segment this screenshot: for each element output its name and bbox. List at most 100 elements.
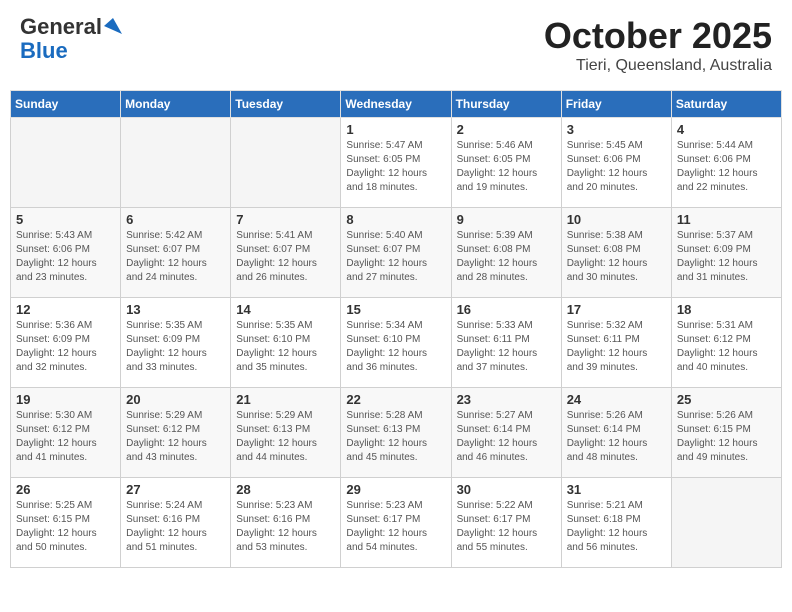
column-header-thursday: Thursday [451,91,561,118]
day-number: 30 [457,482,556,497]
day-number: 23 [457,392,556,407]
week-row-5: 26Sunrise: 5:25 AMSunset: 6:15 PMDayligh… [11,478,782,568]
day-cell: 7Sunrise: 5:41 AMSunset: 6:07 PMDaylight… [231,208,341,298]
day-cell: 9Sunrise: 5:39 AMSunset: 6:08 PMDaylight… [451,208,561,298]
day-info: Sunrise: 5:45 AMSunset: 6:06 PMDaylight:… [567,139,666,195]
day-cell: 16 Sunrise: 5:33 AMSunset: 6:11 PMDayligh… [451,298,561,388]
day-cell: 26Sunrise: 5:25 AMSunset: 6:15 PMDayligh… [11,478,121,568]
day-info: Sunrise: 5:35 AMSunset: 6:10 PMDaylight:… [236,319,335,375]
day-number: 2 [457,122,556,137]
day-info: Sunrise: 5:29 AMSunset: 6:12 PMDaylight:… [126,409,225,465]
day-info: Sunrise: 5:38 AMSunset: 6:08 PMDaylight:… [567,229,666,285]
day-info: Sunrise: 5:27 AMSunset: 6:14 PMDaylight:… [457,409,556,465]
day-cell: 2 Sunrise: 5:46 AMSunset: 6:05 PMDaylight… [451,118,561,208]
day-number: 4 [677,122,776,137]
day-info: Sunrise: 5:29 AMSunset: 6:13 PMDaylight:… [236,409,335,465]
day-cell: 15Sunrise: 5:34 AMSunset: 6:10 PMDayligh… [341,298,451,388]
day-cell: 14 Sunrise: 5:35 AMSunset: 6:10 PMDayligh… [231,298,341,388]
day-cell: 5Sunrise: 5:43 AMSunset: 6:06 PMDaylight… [11,208,121,298]
day-cell [671,478,781,568]
day-number: 29 [346,482,445,497]
day-info: Sunrise: 5:43 AMSunset: 6:06 PMDaylight:… [16,229,115,285]
day-info: Sunrise: 5:46 AMSunset: 6:05 PMDaylight:… [457,139,556,195]
day-number: 15 [346,302,445,317]
day-cell [231,118,341,208]
title-section: October 2025 Tieri, Queensland, Australi… [544,15,772,75]
day-number: 24 [567,392,666,407]
day-cell: 24 Sunrise: 5:26 AMSunset: 6:14 PMDayligh… [561,388,671,478]
day-info: Sunrise: 5:44 AMSunset: 6:06 PMDaylight:… [677,139,776,195]
day-info: Sunrise: 5:41 AMSunset: 6:07 PMDaylight:… [236,229,335,285]
day-cell: 6 Sunrise: 5:42 AMSunset: 6:07 PMDaylight… [121,208,231,298]
day-cell: 28 Sunrise: 5:23 AMSunset: 6:16 PMDayligh… [231,478,341,568]
logo-blue: Blue [20,39,68,63]
day-info: Sunrise: 5:30 AMSunset: 6:12 PMDaylight:… [16,409,115,465]
column-header-sunday: Sunday [11,91,121,118]
day-cell: 23 Sunrise: 5:27 AMSunset: 6:14 PMDayligh… [451,388,561,478]
day-number: 21 [236,392,335,407]
column-header-wednesday: Wednesday [341,91,451,118]
day-number: 20 [126,392,225,407]
day-number: 16 [457,302,556,317]
day-cell: 17 Sunrise: 5:32 AMSunset: 6:11 PMDayligh… [561,298,671,388]
day-cell [121,118,231,208]
day-cell: 12Sunrise: 5:36 AMSunset: 6:09 PMDayligh… [11,298,121,388]
day-info: Sunrise: 5:40 AMSunset: 6:07 PMDaylight:… [346,229,445,285]
day-cell: 29 Sunrise: 5:23 AMSunset: 6:17 PMDayligh… [341,478,451,568]
day-info: Sunrise: 5:35 AMSunset: 6:09 PMDaylight:… [126,319,225,375]
day-number: 28 [236,482,335,497]
week-row-3: 12Sunrise: 5:36 AMSunset: 6:09 PMDayligh… [11,298,782,388]
day-number: 3 [567,122,666,137]
day-number: 12 [16,302,115,317]
day-info: Sunrise: 5:28 AMSunset: 6:13 PMDaylight:… [346,409,445,465]
day-number: 17 [567,302,666,317]
day-info: Sunrise: 5:26 AMSunset: 6:15 PMDaylight:… [677,409,776,465]
day-info: Sunrise: 5:21 AMSunset: 6:18 PMDaylight:… [567,499,666,555]
day-info: Sunrise: 5:31 AMSunset: 6:12 PMDaylight:… [677,319,776,375]
day-info: Sunrise: 5:24 AMSunset: 6:16 PMDaylight:… [126,499,225,555]
day-cell: 11Sunrise: 5:37 AMSunset: 6:09 PMDayligh… [671,208,781,298]
day-number: 6 [126,212,225,227]
day-number: 14 [236,302,335,317]
column-header-saturday: Saturday [671,91,781,118]
day-cell: 25 Sunrise: 5:26 AMSunset: 6:15 PMDayligh… [671,388,781,478]
column-header-friday: Friday [561,91,671,118]
day-info: Sunrise: 5:33 AMSunset: 6:11 PMDaylight:… [457,319,556,375]
day-cell: 8 Sunrise: 5:40 AMSunset: 6:07 PMDaylight… [341,208,451,298]
day-number: 19 [16,392,115,407]
day-number: 13 [126,302,225,317]
day-cell: 30Sunrise: 5:22 AMSunset: 6:17 PMDayligh… [451,478,561,568]
day-info: Sunrise: 5:32 AMSunset: 6:11 PMDaylight:… [567,319,666,375]
day-info: Sunrise: 5:42 AMSunset: 6:07 PMDaylight:… [126,229,225,285]
header-row: SundayMondayTuesdayWednesdayThursdayFrid… [11,91,782,118]
page-header: General Blue October 2025 Tieri, Queensl… [10,10,782,80]
day-number: 27 [126,482,225,497]
day-cell: 10 Sunrise: 5:38 AMSunset: 6:08 PMDayligh… [561,208,671,298]
day-cell: 1Sunrise: 5:47 AMSunset: 6:05 PMDaylight… [341,118,451,208]
day-number: 22 [346,392,445,407]
day-cell: 22 Sunrise: 5:28 AMSunset: 6:13 PMDayligh… [341,388,451,478]
day-info: Sunrise: 5:23 AMSunset: 6:16 PMDaylight:… [236,499,335,555]
day-cell: 13 Sunrise: 5:35 AMSunset: 6:09 PMDayligh… [121,298,231,388]
column-header-tuesday: Tuesday [231,91,341,118]
day-info: Sunrise: 5:47 AMSunset: 6:05 PMDaylight:… [346,139,445,195]
day-cell: 31 Sunrise: 5:21 AMSunset: 6:18 PMDayligh… [561,478,671,568]
day-cell: 18Sunrise: 5:31 AMSunset: 6:12 PMDayligh… [671,298,781,388]
location: Tieri, Queensland, Australia [544,57,772,75]
day-info: Sunrise: 5:23 AMSunset: 6:17 PMDaylight:… [346,499,445,555]
calendar-header: SundayMondayTuesdayWednesdayThursdayFrid… [11,91,782,118]
day-cell: 3 Sunrise: 5:45 AMSunset: 6:06 PMDaylight… [561,118,671,208]
day-number: 25 [677,392,776,407]
day-cell: 27 Sunrise: 5:24 AMSunset: 6:16 PMDayligh… [121,478,231,568]
calendar-table: SundayMondayTuesdayWednesdayThursdayFrid… [10,90,782,568]
day-cell: 21 Sunrise: 5:29 AMSunset: 6:13 PMDayligh… [231,388,341,478]
day-number: 31 [567,482,666,497]
day-number: 8 [346,212,445,227]
day-info: Sunrise: 5:26 AMSunset: 6:14 PMDaylight:… [567,409,666,465]
logo-general: General [20,15,102,39]
week-row-2: 5Sunrise: 5:43 AMSunset: 6:06 PMDaylight… [11,208,782,298]
day-number: 10 [567,212,666,227]
week-row-4: 19 Sunrise: 5:30 AMSunset: 6:12 PMDayligh… [11,388,782,478]
logo: General Blue [20,15,122,63]
day-info: Sunrise: 5:39 AMSunset: 6:08 PMDaylight:… [457,229,556,285]
